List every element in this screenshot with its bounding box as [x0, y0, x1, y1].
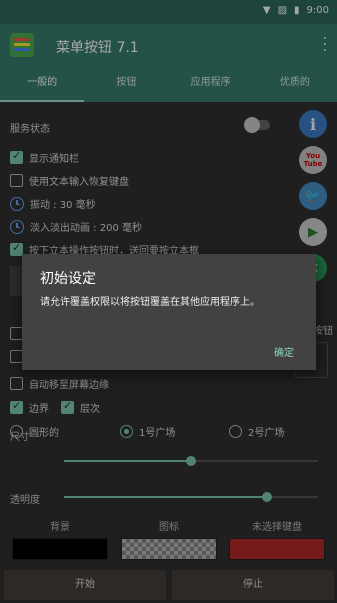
- dialog-title: 初始设定: [40, 271, 96, 287]
- initial-setup-dialog: 初始设定 请允许覆盖权限以将按钮覆盖在其他应用程序上。 确定: [22, 254, 316, 370]
- dialog-message: 请允许覆盖权限以将按钮覆盖在其他应用程序上。: [40, 297, 260, 308]
- dialog-ok-button[interactable]: 确定: [274, 344, 294, 359]
